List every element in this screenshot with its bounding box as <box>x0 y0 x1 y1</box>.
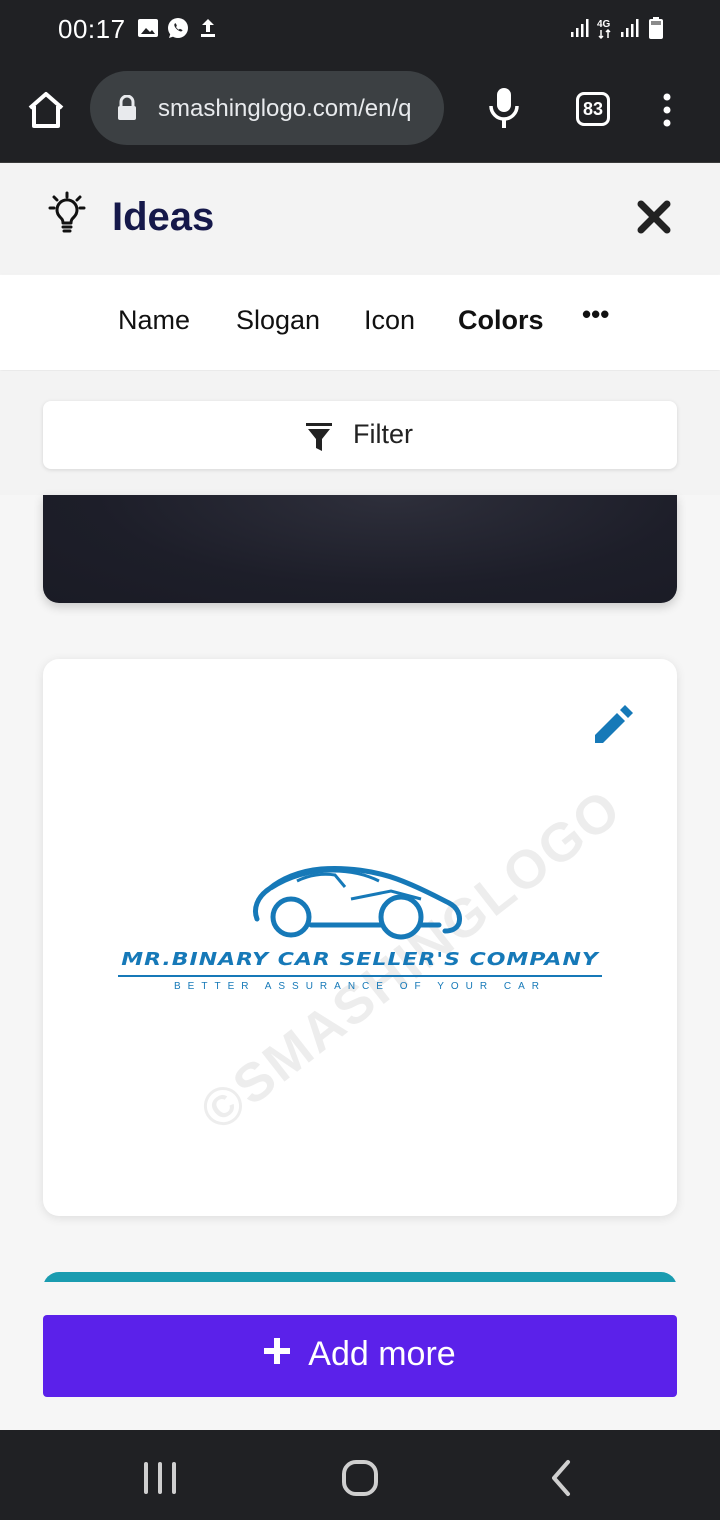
ideas-header: Ideas <box>0 162 720 274</box>
microphone-icon[interactable] <box>486 86 522 130</box>
tab-icon[interactable]: Icon <box>364 305 415 336</box>
url-text: smashinglogo.com/en/q <box>158 95 412 122</box>
category-tabs: Name Slogan Icon Colors ••• <box>0 275 720 370</box>
add-more-button[interactable]: Add more <box>43 1315 677 1397</box>
add-more-label: Add more <box>308 1335 456 1373</box>
filter-area: Filter <box>0 371 720 495</box>
more-vertical-icon[interactable] <box>660 92 674 128</box>
address-bar[interactable]: smashinglogo.com/en/q <box>90 71 444 145</box>
battery-icon <box>649 17 663 39</box>
status-time: 00:17 <box>58 14 126 44</box>
tab-colors[interactable]: Colors <box>458 305 544 336</box>
tab-name[interactable]: Name <box>118 305 190 336</box>
tab-more[interactable]: ••• <box>582 299 609 330</box>
funnel-icon <box>306 423 332 451</box>
logo-card[interactable]: ©SMASHINGLOGO MR.BINARY CAR SELLER'S COM… <box>43 659 677 1216</box>
svg-text:4G: 4G <box>597 19 611 30</box>
tabs-icon[interactable]: 83 <box>576 92 610 126</box>
filter-label: Filter <box>353 419 413 449</box>
plus-icon <box>264 1338 291 1364</box>
logo-divider <box>118 975 602 977</box>
recent-apps-icon[interactable] <box>140 1458 180 1498</box>
signal-icon <box>621 19 639 37</box>
signal-icon <box>571 19 589 37</box>
logo-card-dark[interactable] <box>43 495 677 603</box>
network-4g-icon: 4G <box>597 19 611 40</box>
tab-slogan[interactable]: Slogan <box>236 305 320 336</box>
company-slogan: BETTER ASSURANCE OF YOUR CAR <box>174 981 546 992</box>
status-bar: 00:17 4G <box>0 0 720 60</box>
system-nav-bar <box>0 1430 720 1520</box>
close-icon[interactable] <box>636 199 672 235</box>
home-icon[interactable] <box>22 86 70 134</box>
car-icon <box>253 866 462 940</box>
browser-toolbar: smashinglogo.com/en/q 83 <box>0 60 720 162</box>
add-more-area: Add more <box>0 1282 720 1430</box>
company-name: MR.BINARY CAR SELLER'S COMPANY <box>121 949 599 970</box>
lightbulb-icon <box>48 191 86 233</box>
back-icon[interactable] <box>542 1458 582 1498</box>
upload-icon <box>201 19 215 37</box>
filter-button[interactable]: Filter <box>43 401 677 469</box>
home-circle-icon[interactable] <box>340 1458 380 1498</box>
lock-icon <box>118 95 136 120</box>
image-icon <box>138 19 158 37</box>
pencil-icon[interactable] <box>589 697 639 747</box>
whatsapp-icon <box>168 18 188 38</box>
page-title: Ideas <box>112 195 215 239</box>
